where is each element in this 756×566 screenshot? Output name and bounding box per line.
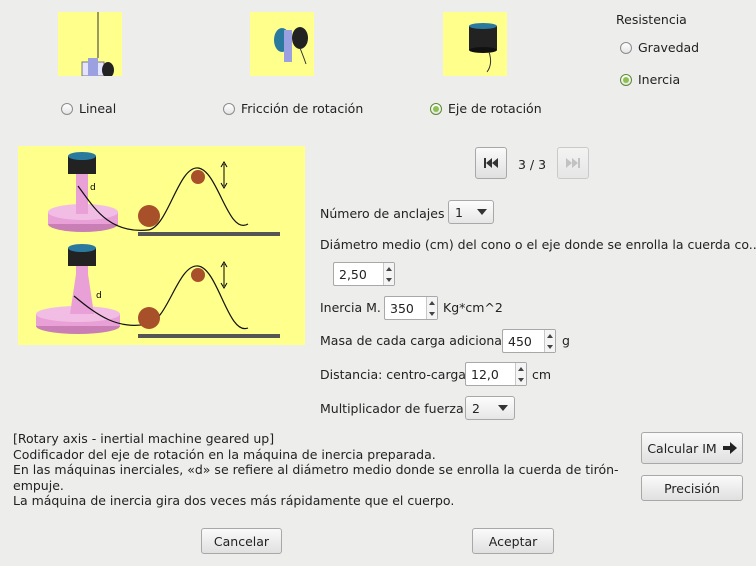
chevron-down-icon xyxy=(477,209,487,215)
radio-inertia-circle[interactable] xyxy=(620,73,632,86)
mass-label: Masa de cada carga adicional xyxy=(320,333,506,348)
d-label-top: d xyxy=(90,183,96,193)
radio-lineal[interactable]: Lineal xyxy=(61,101,116,116)
inertia-label: Inercia M. xyxy=(320,300,381,315)
radio-rotation-axis[interactable]: Eje de rotación xyxy=(430,101,542,116)
radio-rotation-axis-circle[interactable] xyxy=(430,102,442,115)
radio-rotation-friction-circle[interactable] xyxy=(223,102,235,115)
calculate-im-label: Calcular IM xyxy=(647,440,717,456)
anchors-value: 1 xyxy=(455,204,463,220)
skip-last-icon xyxy=(566,158,580,168)
accept-label: Aceptar xyxy=(488,533,538,549)
radio-lineal-label: Lineal xyxy=(79,101,117,116)
machine-diagram: d d xyxy=(18,146,305,345)
anchors-label: Número de anclajes xyxy=(320,206,445,221)
page-indicator: 3 / 3 xyxy=(518,157,547,172)
radio-inertia[interactable]: Inercia xyxy=(620,72,680,87)
thumb-rotation-friction[interactable] xyxy=(250,12,314,76)
first-page-button[interactable] xyxy=(475,147,507,179)
radio-rotation-axis-label: Eje de rotación xyxy=(448,101,542,116)
multiplier-select[interactable]: 2 xyxy=(465,396,515,420)
mass-value: 450 xyxy=(508,333,532,349)
distance-stepper[interactable] xyxy=(515,363,526,385)
radio-gravity[interactable]: Gravedad xyxy=(620,40,699,55)
description-line: empuje. xyxy=(13,477,64,493)
mass-spinner[interactable]: 450 xyxy=(502,329,556,353)
distance-value: 12,0 xyxy=(471,366,499,382)
diameter-label: Diámetro medio (cm) del cono o el eje do… xyxy=(320,237,756,252)
inertia-value: 350 xyxy=(390,300,414,316)
accept-button[interactable]: Aceptar xyxy=(472,528,554,554)
lineal-device-icon xyxy=(81,12,114,78)
multiplier-value: 2 xyxy=(472,400,480,416)
chevron-down-icon xyxy=(498,405,508,411)
inertia-unit: Kg*cm^2 xyxy=(443,300,503,315)
distance-unit: cm xyxy=(532,367,552,382)
last-page-button[interactable] xyxy=(557,147,589,179)
mass-unit: g xyxy=(562,333,570,348)
axis-device-icon xyxy=(469,23,497,73)
description-line: Codificador del eje de rotación en la má… xyxy=(13,446,436,462)
diameter-stepper[interactable] xyxy=(383,263,394,285)
mass-stepper[interactable] xyxy=(544,330,555,352)
radio-rotation-friction[interactable]: Fricción de rotación xyxy=(223,101,363,116)
radio-inertia-label: Inercia xyxy=(638,72,681,87)
description-line: [Rotary axis - inertial machine geared u… xyxy=(13,431,275,446)
description-text: [Rotary axis - inertial machine geared u… xyxy=(13,431,623,509)
skip-first-icon xyxy=(484,158,498,168)
anchors-select[interactable]: 1 xyxy=(448,200,494,224)
cancel-label: Cancelar xyxy=(213,533,270,549)
d-label-bottom: d xyxy=(96,291,102,301)
precision-button[interactable]: Precisión xyxy=(641,475,743,501)
diameter-value: 2,50 xyxy=(339,266,367,282)
calculate-im-button[interactable]: Calcular IM xyxy=(641,432,743,464)
diameter-spinner[interactable]: 2,50 xyxy=(333,262,395,286)
thumb-rotation-axis[interactable] xyxy=(443,12,507,76)
inertia-spinner[interactable]: 350 xyxy=(384,296,438,320)
arrow-right-icon xyxy=(722,442,737,454)
distance-spinner[interactable]: 12,0 xyxy=(465,362,527,386)
cancel-button[interactable]: Cancelar xyxy=(201,528,282,554)
multiplier-label: Multiplicador de fuerza xyxy=(320,401,464,416)
radio-gravity-label: Gravedad xyxy=(638,40,700,55)
radio-rotation-friction-label: Fricción de rotación xyxy=(241,101,364,116)
radio-lineal-circle[interactable] xyxy=(61,102,73,115)
inertia-stepper[interactable] xyxy=(426,297,437,319)
friction-device-icon xyxy=(274,27,308,65)
resistance-title: Resistencia xyxy=(616,12,687,27)
description-line: En las máquinas inerciales, «d» se refie… xyxy=(13,462,619,477)
distance-label: Distancia: centro-carga xyxy=(320,367,466,382)
precision-label: Precisión xyxy=(664,480,720,496)
description-line: La máquina de inercia gira dos veces más… xyxy=(13,493,455,508)
radio-gravity-circle[interactable] xyxy=(620,41,632,54)
thumb-lineal[interactable] xyxy=(58,12,122,78)
